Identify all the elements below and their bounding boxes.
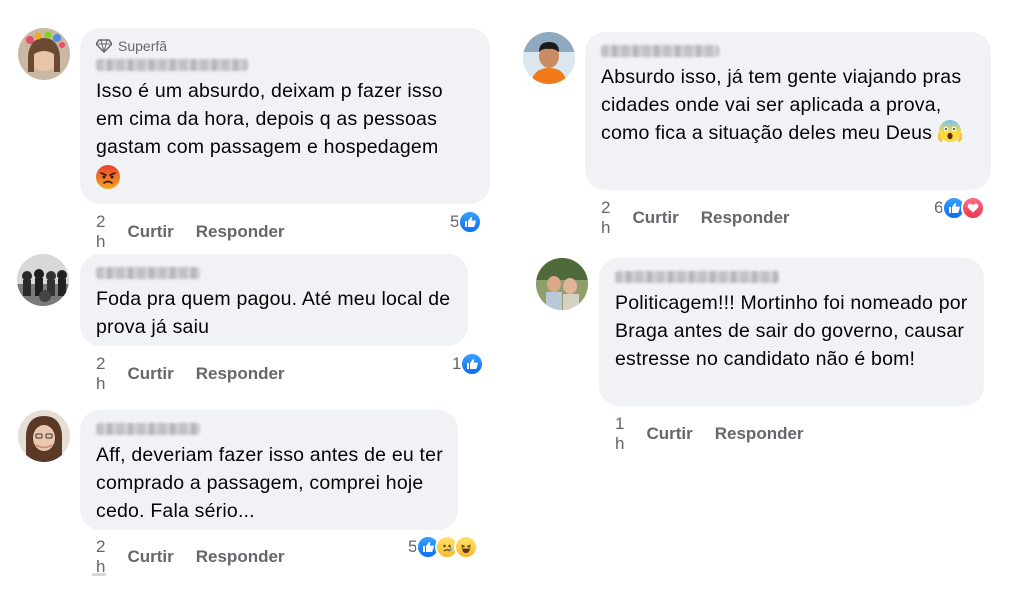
avatar[interactable] [523, 32, 575, 84]
heart-icon [961, 196, 986, 220]
reaction-summary[interactable]: 5 [450, 210, 483, 234]
comment-actions: 2 h Curtir Responder [601, 198, 790, 238]
reply-button[interactable]: Responder [715, 424, 804, 444]
reaction-summary[interactable]: 5 [408, 535, 479, 559]
thumbs-up-icon [460, 352, 485, 376]
timestamp[interactable]: 2 h [96, 537, 105, 577]
badge-label: Superfã [118, 38, 168, 54]
comment-actions: 2 h Curtir Responder [96, 212, 285, 252]
timestamp[interactable]: 1 h [615, 414, 624, 454]
author-name[interactable] [96, 267, 200, 279]
avatar[interactable] [18, 410, 70, 462]
like-button[interactable]: Curtir [127, 547, 173, 567]
reaction-summary[interactable]: 1 [452, 352, 485, 376]
avatar[interactable] [18, 28, 70, 80]
reply-button[interactable]: Responder [701, 208, 790, 228]
reply-thread-line [92, 573, 106, 576]
author-name[interactable] [601, 45, 719, 57]
superfan-badge: Superfã [96, 37, 474, 55]
comment-actions: 2 h Curtir Responder [96, 354, 285, 394]
timestamp[interactable]: 2 h [96, 354, 105, 394]
reply-button[interactable]: Responder [196, 364, 285, 384]
comment-bubble: Politicagem!!! Mortinho foi nomeado por … [599, 258, 984, 406]
like-button[interactable]: Curtir [646, 424, 692, 444]
comment-text: Absurdo isso, já tem gente viajando pras… [601, 66, 963, 144]
comment-text: Isso é um absurdo, deixam p fazer isso e… [96, 77, 474, 193]
comment-bubble: Superfã Isso é um absurdo, deixam p faze… [80, 28, 490, 204]
author-name[interactable] [96, 423, 200, 435]
comment-bubble: Absurdo isso, já tem gente viajando pras… [585, 32, 991, 190]
avatar[interactable] [536, 258, 588, 310]
screaming-face-icon [937, 119, 963, 143]
comment-bubble: Foda pra quem pagou. Até meu local de pr… [80, 254, 468, 346]
comment-text: Foda pra quem pagou. Até meu local de pr… [96, 288, 451, 338]
comment-text: Aff, deveriam fazer isso antes de eu ter… [96, 444, 443, 522]
like-button[interactable]: Curtir [632, 208, 678, 228]
comment-actions: 1 h Curtir Responder [615, 414, 804, 454]
reaction-summary[interactable]: 6 [934, 196, 986, 220]
like-button[interactable]: Curtir [127, 364, 173, 384]
comment-actions: 2 h Curtir Responder [96, 537, 285, 577]
timestamp[interactable]: 2 h [601, 198, 610, 238]
comment-text: Politicagem!!! Mortinho foi nomeado por … [615, 292, 968, 370]
laughing-face-icon [454, 535, 479, 559]
reply-button[interactable]: Responder [196, 547, 285, 567]
avatar[interactable] [17, 254, 69, 306]
angry-face-icon [96, 165, 120, 189]
like-button[interactable]: Curtir [127, 222, 173, 242]
author-name[interactable] [96, 59, 248, 71]
thumbs-up-icon [458, 210, 483, 234]
timestamp[interactable]: 2 h [96, 212, 105, 252]
comment-bubble: Aff, deveriam fazer isso antes de eu ter… [80, 410, 458, 530]
author-name[interactable] [615, 271, 779, 283]
diamond-icon [96, 39, 112, 53]
reply-button[interactable]: Responder [196, 222, 285, 242]
